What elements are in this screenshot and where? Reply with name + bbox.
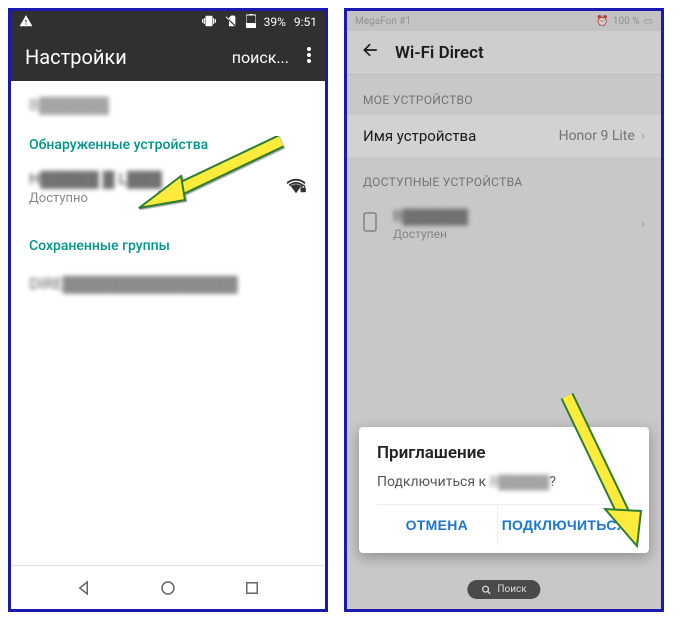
connect-button[interactable]: ПОДКЛЮЧИТЬСЯ — [497, 505, 631, 545]
search-label[interactable]: поиск... — [232, 48, 289, 67]
search-icon — [481, 585, 491, 595]
section-found-devices: Обнаруженные устройства — [11, 117, 325, 159]
dialog-text: Подключиться к B▓▓▓▓▓? — [377, 473, 631, 490]
nav-recent-icon[interactable] — [242, 578, 262, 598]
warning-icon — [19, 14, 33, 31]
overflow-menu-icon[interactable] — [307, 47, 311, 67]
nav-back-icon[interactable] — [75, 578, 95, 598]
clock: 9:51 — [294, 15, 317, 29]
wifi-secure-icon — [285, 176, 307, 200]
invitation-dialog: Приглашение Подключиться к B▓▓▓▓▓? ОТМЕН… — [359, 427, 649, 553]
status-bar: 39% 9:51 — [11, 11, 325, 33]
android-navbar — [11, 565, 325, 609]
found-device-name: H▓▓▓▓▓ ▓ L▓▓▓ — [29, 169, 162, 189]
nav-home-icon[interactable] — [158, 578, 178, 598]
left-phone: 39% 9:51 Настройки поиск... B▓▓▓▓▓▓ Обна… — [8, 8, 328, 612]
found-device-status: Доступно — [29, 191, 162, 206]
app-bar: Настройки поиск... — [11, 33, 325, 81]
section-saved-groups: Сохраненные группы — [11, 218, 325, 260]
cancel-button[interactable]: ОТМЕНА — [377, 505, 497, 545]
dialog-title: Приглашение — [377, 443, 631, 463]
no-sim-icon — [224, 14, 238, 31]
search-pill[interactable]: Поиск — [467, 580, 540, 599]
saved-group-row[interactable]: DIRE▓▓▓▓▓▓▓▓▓▓▓▓▓▓▓ — [11, 260, 325, 308]
found-device-row[interactable]: H▓▓▓▓▓ ▓ L▓▓▓ Доступно — [11, 159, 325, 218]
battery-icon — [246, 14, 256, 31]
vibrate-icon — [202, 14, 216, 31]
page-title: Настройки — [25, 45, 127, 69]
my-device-name[interactable]: B▓▓▓▓▓▓ — [11, 81, 325, 117]
right-phone: MegaFon #1 ⏰ 100 % ▭ Wi-Fi Direct МОЕ УС… — [344, 8, 664, 612]
battery-percent: 39% — [264, 15, 286, 29]
